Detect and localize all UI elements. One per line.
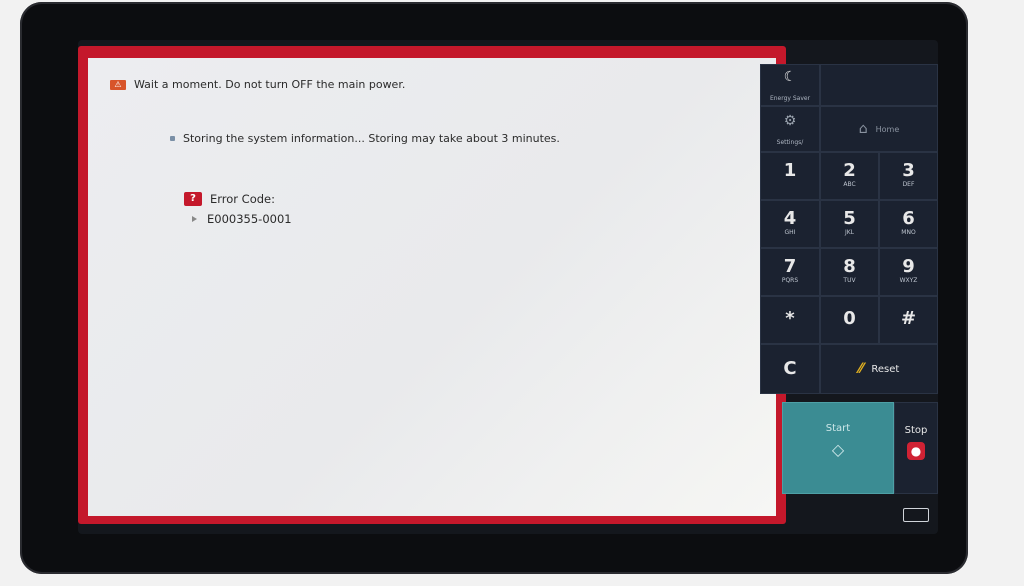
energy-saver-button[interactable]: ☾ Energy Saver [760,64,820,106]
key-1[interactable]: 1 [760,152,820,200]
error-code-label: Error Code: [210,192,276,206]
error-message-panel: ⚠ Wait a moment. Do not turn OFF the mai… [88,58,776,516]
energy-saver-label: Energy Saver [769,95,811,102]
stop-label: Stop [904,425,928,436]
wrench-error-icon: ? [184,192,202,206]
error-message-frame: ⚠ Wait a moment. Do not turn OFF the mai… [78,46,786,524]
reset-label: Reset [871,363,900,375]
error-code-label-row: ? Error Code: [184,192,275,206]
clear-button[interactable]: C [760,344,820,394]
key-hash[interactable]: # [879,296,938,344]
reset-icon: ⁄⁄ [858,361,864,377]
key-0[interactable]: 0 [820,296,879,344]
blank-top-button [820,64,938,106]
key-8[interactable]: 8 TUV [820,248,879,296]
touch-screen: ⚠ Wait a moment. Do not turn OFF the mai… [78,40,938,534]
key-6[interactable]: 6 MNO [879,200,938,248]
reset-button[interactable]: ⁄⁄ Reset [820,344,938,394]
key-7[interactable]: 7 PQRS [760,248,820,296]
key-4[interactable]: 4 GHI [760,200,820,248]
key-5[interactable]: 5 JKL [820,200,879,248]
start-label: Start [825,423,851,434]
triangle-bullet-icon [192,216,197,222]
settings-registration-button[interactable]: ⚙ Settings/ Registration [760,106,820,165]
home-button[interactable]: ⌂ Home [820,106,938,152]
control-keypad: ☾ Energy Saver ⚙ Settings/ Registration … [760,64,938,534]
moon-icon: ☾ [783,69,797,85]
error-code-value: E000355-0001 [207,212,292,226]
info-row: Storing the system information... Storin… [170,132,560,145]
error-code-row: E000355-0001 [192,212,292,226]
warning-icon: ⚠ [110,79,126,90]
key-2[interactable]: 2 ABC [820,152,879,200]
warning-text: Wait a moment. Do not turn OFF the main … [134,78,406,91]
bullet-icon [170,136,175,141]
gear-icon: ⚙ [783,113,797,129]
stop-icon: ● [907,442,925,460]
keyboard-icon [903,508,929,522]
stop-button[interactable]: Stop ● [894,402,938,494]
home-icon: ⌂ [858,121,868,137]
key-9[interactable]: 9 WXYZ [879,248,938,296]
device-bezel: ⚠ Wait a moment. Do not turn OFF the mai… [20,2,968,574]
home-label: Home [875,124,900,134]
start-button[interactable]: Start ◇ [782,402,894,494]
key-star[interactable]: * [760,296,820,344]
key-3[interactable]: 3 DEF [879,152,938,200]
keyboard-button[interactable] [894,500,938,530]
info-text: Storing the system information... Storin… [183,132,560,145]
warning-row: ⚠ Wait a moment. Do not turn OFF the mai… [110,78,405,91]
start-diamond-icon: ◇ [831,440,845,459]
